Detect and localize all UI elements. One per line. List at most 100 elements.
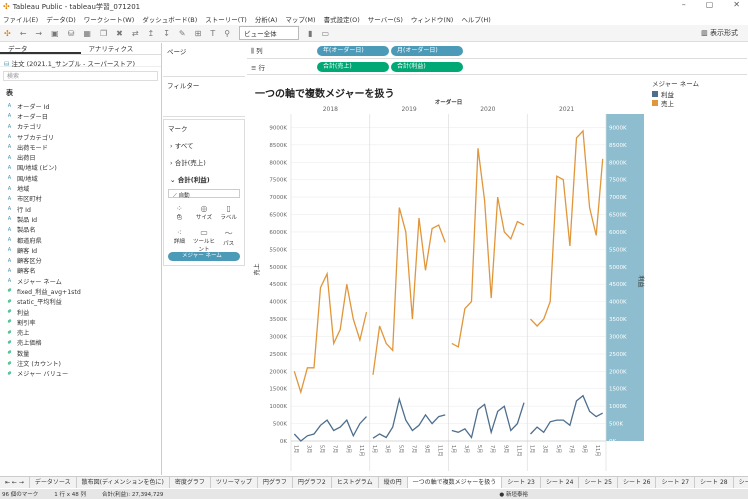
series-line-sales[interactable] [293, 271, 368, 395]
field-item[interactable]: # 売上価格 [0, 338, 161, 348]
field-item[interactable]: A 製品名 [0, 225, 161, 235]
tab-analytics[interactable]: アナリティクス [81, 43, 162, 54]
tableau-icon[interactable]: ✣ [4, 29, 11, 38]
menu-item[interactable]: ワークシート(W) [84, 14, 135, 24]
group-icon[interactable]: ⊞ [195, 29, 202, 38]
sheet-tab[interactable]: ツリーマップ [211, 477, 258, 488]
fit-dropdown[interactable]: ビュー全体 [239, 26, 300, 40]
menu-item[interactable]: ウィンドウ(N) [411, 14, 453, 24]
duplicate-icon[interactable]: ❐ [100, 29, 107, 38]
minimize-icon[interactable]: – [682, 0, 686, 9]
swap-icon[interactable]: ⇄ [132, 29, 139, 38]
sheet-tab[interactable]: 円グラフ [258, 477, 293, 488]
field-item[interactable]: A サブカテゴリ [0, 132, 161, 142]
menu-item[interactable]: ヘルプ(H) [461, 14, 490, 24]
tab-nav-icon[interactable]: ⇤ ← → [0, 477, 30, 488]
sheet-tab[interactable]: データソース [30, 477, 77, 488]
sheet-tab[interactable]: 円グラフ2 [293, 477, 332, 488]
color-pill[interactable]: メジャー ネーム [168, 252, 240, 261]
pages-card[interactable]: ページ [163, 43, 245, 77]
field-item[interactable]: A 行 Id [0, 204, 161, 214]
menu-item[interactable]: 分析(A) [255, 14, 278, 24]
menu-item[interactable]: サーバー(S) [368, 14, 403, 24]
series-line-sales[interactable] [372, 207, 446, 375]
line-chart[interactable]: オーダー日 2018 2019 2020 2021 0K 0K 500K 500K 1000K 10… [247, 75, 647, 475]
new-datasource-icon[interactable]: ⛁ [68, 29, 75, 38]
field-item[interactable]: # 数量 [0, 348, 161, 358]
field-item[interactable]: A 都道府県 [0, 235, 161, 245]
field-item[interactable]: A 国/地域 (ビン) [0, 163, 161, 173]
series-line-profit[interactable] [530, 394, 604, 435]
marks-profit[interactable]: ⌄ 合計(利益) [164, 170, 244, 187]
series-line-profit[interactable] [372, 396, 446, 439]
series-line-sales[interactable] [530, 129, 604, 327]
field-item[interactable]: A カテゴリ [0, 122, 161, 132]
detail-button[interactable]: ⁖ 詳細 [168, 226, 191, 248]
sheet-tab[interactable]: シート 27 [656, 477, 696, 488]
menu-item[interactable]: ダッシュボード(B) [142, 14, 197, 24]
sheet-tab[interactable]: シート 25 [579, 477, 618, 488]
field-item[interactable]: A 顧客区分 [0, 255, 161, 266]
column-pill[interactable]: 年(オーダー日) [317, 45, 389, 56]
menu-item[interactable]: データ(D) [46, 14, 76, 24]
field-item[interactable]: A 出荷日 [0, 152, 161, 163]
field-item[interactable]: A 顧客 Id [0, 245, 161, 255]
size-button[interactable]: ◎ サイズ [193, 202, 216, 224]
field-item[interactable]: A メジャー ネーム [0, 276, 161, 286]
legend-item[interactable]: 売上 [652, 98, 748, 108]
field-item[interactable]: A 国/地域 [0, 173, 161, 183]
marks-all[interactable]: › すべて [164, 136, 244, 153]
field-item[interactable]: A オーダー Id [0, 101, 161, 111]
field-item[interactable]: # 利益 [0, 307, 161, 317]
field-item[interactable]: A オーダー日 [0, 111, 161, 121]
field-item[interactable]: A 地域 [0, 183, 161, 194]
field-item[interactable]: # 注文 (カウント) [0, 358, 161, 369]
field-item[interactable]: A 製品 Id [0, 214, 161, 224]
sort-desc-icon[interactable]: ↧ [163, 29, 170, 38]
sheet-tab[interactable]: 密度グラフ [170, 477, 211, 488]
menu-item[interactable]: マップ(M) [285, 14, 315, 24]
field-search-input[interactable]: 検索 [3, 71, 158, 81]
present-icon[interactable]: ▭ [321, 29, 329, 38]
sheet-tab[interactable]: シート 28 [695, 477, 734, 488]
show-me-button[interactable]: ▥ 表示形式 [701, 28, 738, 38]
chart-icon[interactable]: ▮ [308, 29, 312, 38]
field-item[interactable]: # 割引率 [0, 317, 161, 327]
field-item[interactable]: A 市区町村 [0, 194, 161, 204]
field-item[interactable]: # static_平均利益 [0, 297, 161, 307]
filters-card[interactable]: フィルター [163, 77, 245, 117]
path-button[interactable]: 〜パス [217, 226, 240, 248]
row-pill[interactable]: 合計(利益) [391, 61, 463, 72]
field-item[interactable]: A 顧客名 [0, 266, 161, 276]
sheet-tab[interactable]: 一つの軸で複数メジャーを扱う [407, 477, 503, 488]
column-pill[interactable]: 月(オーダー日) [391, 45, 463, 56]
field-item[interactable]: A 出荷モード [0, 142, 161, 152]
status-user[interactable]: ● 新垣泰裕 [499, 490, 528, 498]
data-source[interactable]: ⛁ 注文 (2021.1_サンプル - スーパーストア) [0, 55, 161, 68]
sheet-tab[interactable]: シート 23 [502, 477, 541, 488]
sheet-tab[interactable]: シート 29 [734, 477, 748, 488]
new-sheet-icon[interactable]: ▦ [83, 29, 91, 38]
series-line-profit[interactable] [451, 402, 525, 439]
tab-data[interactable]: データ [0, 43, 81, 54]
sheet-tab[interactable]: シート 24 [541, 477, 580, 488]
maximize-icon[interactable]: ▢ [706, 0, 714, 9]
marks-sales[interactable]: › 合計(売上) [164, 153, 244, 170]
color-button[interactable]: ⁘ 色 [168, 202, 191, 224]
sheet-tab[interactable]: ヒストグラム [332, 477, 379, 488]
field-item[interactable]: # 売上 [0, 328, 161, 338]
save-icon[interactable]: ▣ [51, 29, 59, 38]
sort-asc-icon[interactable]: ↥ [148, 29, 155, 38]
sheet-tab[interactable]: 散布図(ディメンションを色に) [77, 477, 170, 488]
back-icon[interactable]: ← [20, 29, 27, 38]
mark-type-dropdown[interactable]: ⟋ 自動 [168, 189, 240, 199]
sheet-tab[interactable]: シート 26 [618, 477, 657, 488]
field-item[interactable]: # メジャー バリュー [0, 369, 161, 379]
menu-item[interactable]: 書式設定(O) [324, 14, 360, 24]
label-button[interactable]: ▯ ラベル [217, 202, 240, 224]
tooltip-button[interactable]: ▭ ツールヒント [193, 226, 216, 253]
highlight-icon[interactable]: ✎ [179, 29, 186, 38]
menu-item[interactable]: ファイル(E) [3, 14, 38, 24]
sheet-tab[interactable]: 縦の円 [379, 477, 408, 488]
view[interactable]: 一つの軸で複数メジャーを扱う オーダー日 2018 2019 2020 2021 0K 0K… [247, 75, 647, 475]
